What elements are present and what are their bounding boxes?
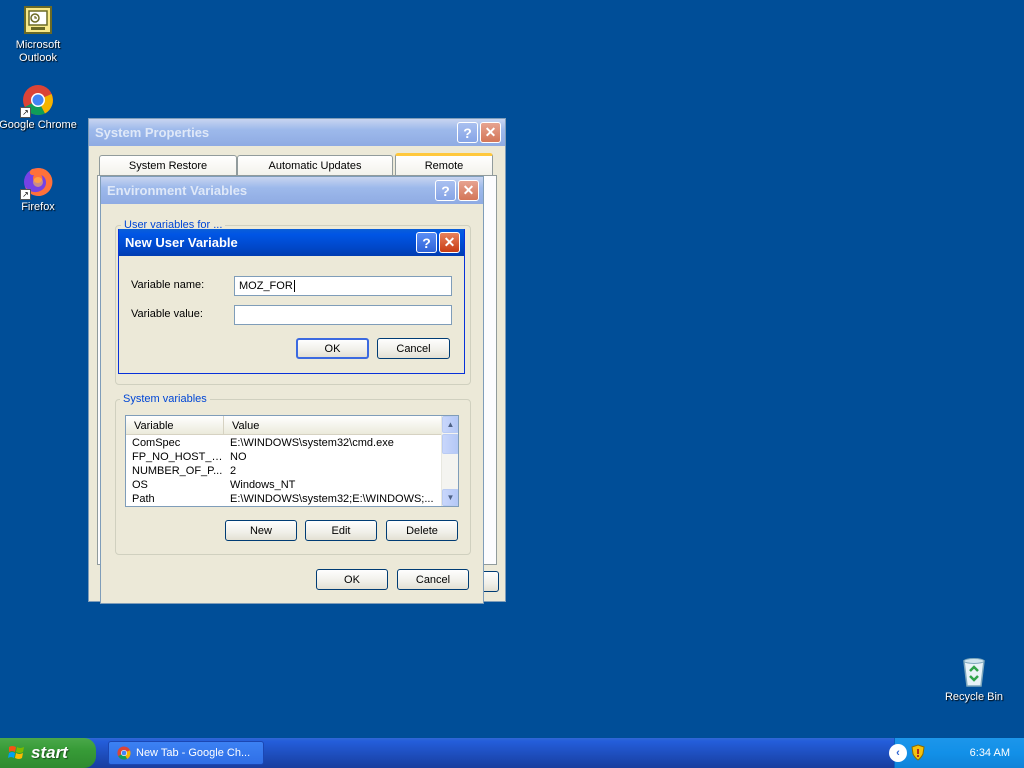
- desktop-icon-label: Microsoft: [15, 39, 61, 51]
- row-value: E:\WINDOWS\system32;E:\WINDOWS;...: [230, 493, 434, 505]
- close-button[interactable]: ✕: [439, 232, 460, 253]
- variable-name-input[interactable]: MOZ_FOR: [234, 276, 452, 296]
- show-hidden-icons-button[interactable]: ‹: [889, 744, 907, 762]
- desktop-icon-label: Outlook: [19, 52, 57, 64]
- new-variable-button[interactable]: New: [225, 520, 297, 541]
- tab-system-restore[interactable]: System Restore: [99, 155, 237, 175]
- scroll-up-button[interactable]: ▲: [442, 416, 458, 433]
- clock: 6:34 AM: [969, 747, 1010, 759]
- table-row[interactable]: ComSpec E:\WINDOWS\system32\cmd.exe: [126, 436, 436, 450]
- help-icon: ?: [422, 234, 431, 251]
- row-value: Windows_NT: [230, 479, 296, 491]
- chrome-icon: [117, 746, 131, 760]
- row-value: 2: [230, 465, 237, 477]
- help-button[interactable]: ?: [457, 122, 478, 143]
- table-row[interactable]: FP_NO_HOST_C... NO: [126, 450, 436, 464]
- help-icon: ?: [441, 182, 450, 199]
- row-variable: Path: [132, 493, 155, 505]
- new-user-variable-dialog: New User Variable ? ✕ Variable name: MOZ…: [118, 229, 465, 374]
- cancel-button[interactable]: Cancel: [397, 569, 469, 590]
- help-button[interactable]: ?: [435, 180, 456, 201]
- outlook-icon: [22, 4, 54, 36]
- system-variables-list[interactable]: Variable Value ComSpec E:\WINDOWS\system…: [125, 415, 459, 507]
- cancel-button[interactable]: Cancel: [377, 338, 450, 359]
- row-variable: NUMBER_OF_P...: [132, 465, 223, 477]
- shortcut-arrow-icon: ↗: [20, 189, 31, 200]
- close-icon: ✕: [462, 182, 475, 198]
- column-header-value[interactable]: Value: [224, 416, 442, 435]
- close-button[interactable]: ✕: [458, 180, 479, 201]
- desktop-icon-label: Google Chrome: [0, 119, 77, 131]
- chevron-down-icon: ▼: [446, 493, 455, 502]
- text-caret: [293, 280, 295, 292]
- shortcut-arrow-icon: ↗: [20, 107, 31, 118]
- edit-variable-button[interactable]: Edit: [305, 520, 377, 541]
- column-header-variable[interactable]: Variable: [126, 416, 224, 435]
- security-shield-icon[interactable]: [911, 744, 925, 761]
- scroll-down-button[interactable]: ▼: [442, 489, 458, 506]
- row-variable: OS: [132, 479, 148, 491]
- close-button[interactable]: ✕: [480, 122, 501, 143]
- ok-button[interactable]: OK: [296, 338, 369, 359]
- help-icon: ?: [463, 124, 472, 141]
- taskbar: start New Tab - Google Ch... ‹ 6:34 AM: [0, 738, 1024, 768]
- system-tray: ‹ 6:34 AM: [889, 738, 1024, 768]
- table-row[interactable]: Path E:\WINDOWS\system32;E:\WINDOWS;...: [126, 492, 436, 506]
- scroll-thumb[interactable]: [442, 434, 458, 454]
- chevron-up-icon: ▲: [446, 420, 455, 429]
- system-properties-titlebar[interactable]: System Properties ? ✕: [89, 119, 505, 146]
- tab-remote[interactable]: Remote: [395, 153, 493, 175]
- desktop-icon-label: Firefox: [21, 201, 55, 213]
- row-variable: ComSpec: [132, 437, 181, 449]
- desktop-icon-recycle-bin[interactable]: Recycle Bin: [934, 656, 1014, 704]
- row-variable: FP_NO_HOST_C...: [132, 451, 226, 463]
- list-header: Variable Value: [126, 416, 442, 435]
- help-button[interactable]: ?: [416, 232, 437, 253]
- table-row[interactable]: NUMBER_OF_P... 2: [126, 464, 436, 478]
- delete-variable-button[interactable]: Delete: [386, 520, 458, 541]
- row-value: NO: [230, 451, 247, 463]
- dialog-title: New User Variable: [125, 235, 238, 250]
- taskbar-item-chrome[interactable]: New Tab - Google Ch...: [108, 741, 264, 765]
- desktop-icon-label: Recycle Bin: [944, 691, 1004, 703]
- desktop-icon-firefox[interactable]: ↗ Firefox: [0, 166, 78, 214]
- windows-logo-icon: [8, 744, 26, 762]
- table-row[interactable]: OS Windows_NT: [126, 478, 436, 492]
- desktop-icon-chrome[interactable]: ↗ Google Chrome: [0, 84, 78, 132]
- recycle-bin-icon: [958, 656, 990, 688]
- variable-value-label: Variable value:: [131, 308, 203, 320]
- close-icon: ✕: [443, 234, 456, 250]
- ok-button[interactable]: OK: [316, 569, 388, 590]
- window-title: System Properties: [95, 125, 210, 140]
- desktop-icon-outlook[interactable]: Microsoft Outlook: [0, 4, 78, 65]
- tab-automatic-updates[interactable]: Automatic Updates: [237, 155, 393, 175]
- start-button[interactable]: start: [0, 738, 96, 768]
- chrome-icon: ↗: [20, 84, 54, 118]
- close-icon: ✕: [484, 124, 497, 140]
- environment-variables-titlebar[interactable]: Environment Variables ? ✕: [101, 177, 483, 204]
- vertical-scrollbar[interactable]: ▲ ▼: [441, 416, 458, 506]
- firefox-icon: ↗: [20, 166, 54, 200]
- new-user-variable-titlebar[interactable]: New User Variable ? ✕: [119, 229, 464, 256]
- taskbar-item-label: New Tab - Google Ch...: [136, 747, 251, 759]
- row-value: E:\WINDOWS\system32\cmd.exe: [230, 437, 394, 449]
- system-variables-label: System variables: [120, 393, 210, 405]
- window-title: Environment Variables: [107, 183, 248, 198]
- variable-value-input[interactable]: [234, 305, 452, 325]
- variable-name-label: Variable name:: [131, 279, 205, 291]
- start-label: start: [31, 743, 68, 762]
